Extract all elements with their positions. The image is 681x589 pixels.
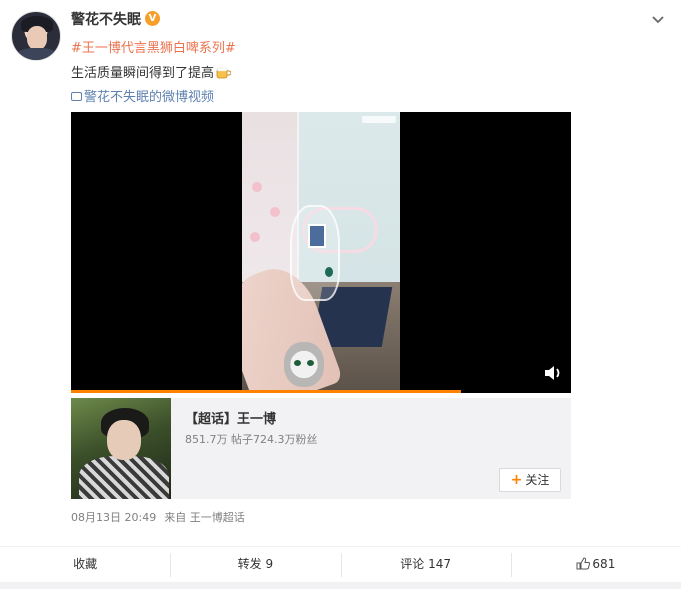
- super-topic-title[interactable]: 【超话】王一博: [185, 408, 276, 427]
- comment-label: 评论 147: [400, 557, 451, 571]
- repost-label: 转发 9: [237, 557, 274, 571]
- video-frame: [242, 112, 400, 393]
- like-button[interactable]: 681: [510, 547, 681, 581]
- post-text-content: 生活质量瞬间得到了提高: [71, 66, 215, 81]
- follow-label: 关注: [525, 473, 550, 487]
- video-icon: [71, 92, 82, 101]
- weibo-post-card: 警花不失眠 V #王一博代言黑狮白啤系列# 生活质量瞬间得到了提高 警花不失眠的…: [0, 0, 681, 589]
- repost-button[interactable]: 转发 9: [170, 547, 340, 581]
- thumbs-up-icon: [576, 557, 591, 570]
- beer-emoji-icon: [216, 67, 232, 79]
- video-progress-bar[interactable]: [71, 390, 461, 393]
- video-link[interactable]: 警花不失眠的微博视频: [71, 86, 214, 105]
- favorite-button[interactable]: 收藏: [0, 547, 170, 581]
- avatar[interactable]: [11, 11, 61, 61]
- post-text: 生活质量瞬间得到了提高: [71, 62, 232, 81]
- super-topic-stats: 851.7万 帖子724.3万粉丝: [185, 433, 318, 446]
- super-topic-thumbnail[interactable]: [71, 398, 171, 499]
- timestamp[interactable]: 08月13日 20:49: [71, 511, 156, 524]
- action-bar: 收藏 转发 9 评论 147 681: [0, 546, 681, 582]
- favorite-label: 收藏: [73, 557, 98, 571]
- verified-badge-icon: V: [145, 11, 160, 26]
- chevron-down-icon[interactable]: [650, 12, 666, 28]
- card-bottom-divider: [0, 582, 681, 589]
- like-count: 681: [592, 557, 616, 571]
- video-player[interactable]: [71, 112, 571, 393]
- volume-icon[interactable]: [544, 365, 564, 381]
- video-link-label: 警花不失眠的微博视频: [84, 90, 215, 105]
- post-meta: 08月13日 20:49 来自 王一博超话: [71, 509, 245, 525]
- post-source[interactable]: 来自 王一博超话: [164, 511, 245, 524]
- topic-link[interactable]: #王一博代言黑狮白啤系列#: [71, 37, 236, 56]
- comment-button[interactable]: 评论 147: [340, 547, 511, 581]
- plus-icon: +: [510, 472, 523, 488]
- author-name[interactable]: 警花不失眠: [71, 9, 141, 29]
- follow-button[interactable]: + 关注: [499, 468, 561, 492]
- super-topic-card[interactable]: 【超话】王一博 851.7万 帖子724.3万粉丝 + 关注: [71, 398, 571, 499]
